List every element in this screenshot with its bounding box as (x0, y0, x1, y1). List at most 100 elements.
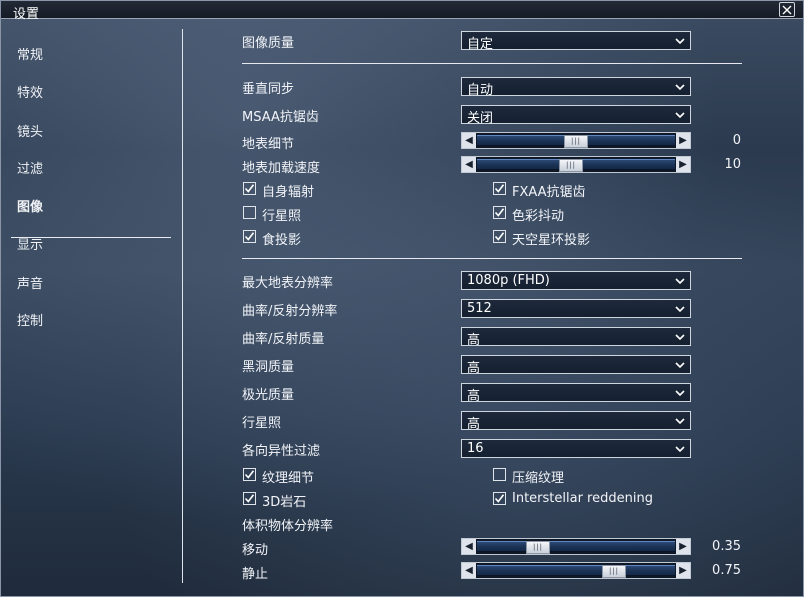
checkbox-box[interactable] (243, 492, 256, 505)
chevron-down-icon (675, 362, 685, 369)
max-terrain-res-value: 1080p (FHD) (467, 273, 550, 288)
anisotropic-filter-value: 16 (467, 441, 484, 456)
volumetric-res-label: 体积物体分辨率 (242, 519, 334, 534)
static-slider[interactable]: ◀ ||| ▶ (461, 562, 691, 579)
max-terrain-res-dropdown[interactable]: 1080p (FHD) (461, 271, 691, 290)
checkbox-box[interactable] (493, 230, 506, 243)
checkbox-box[interactable] (243, 230, 256, 243)
sidebar-divider (182, 29, 183, 583)
arrow-left-icon[interactable]: ◀ (462, 563, 476, 578)
chevron-down-icon (675, 334, 685, 341)
sidebar-item-camera[interactable]: 镜头 (17, 121, 43, 140)
settings-window: 设置 常规 特效 镜头 过滤 图像 显示 声音 控制 图像质量 自定 垂直同步 … (0, 0, 804, 597)
checkbox-label: 行星照 (262, 209, 302, 224)
planetshine-quality-dropdown[interactable]: 高 (461, 411, 691, 432)
arrow-right-icon[interactable]: ▶ (676, 157, 690, 172)
static-label: 静止 (242, 567, 269, 582)
static-value: 0.75 (712, 563, 741, 578)
moving-value: 0.35 (712, 539, 741, 554)
chevron-down-icon (675, 306, 685, 313)
arrow-right-icon[interactable]: ▶ (676, 563, 690, 578)
moving-slider[interactable]: ◀ ||| ▶ (461, 538, 691, 555)
checkbox-box[interactable] (243, 468, 256, 481)
anisotropic-filter-dropdown[interactable]: 16 (461, 439, 691, 458)
sidebar-item-graphics[interactable]: 图像 (17, 196, 43, 215)
checkbox-box[interactable] (243, 182, 256, 195)
arrow-left-icon[interactable]: ◀ (462, 133, 476, 148)
sidebar-item-effects[interactable]: 特效 (17, 82, 43, 101)
slider-track[interactable]: ||| (477, 135, 675, 148)
reflection-quality-dropdown[interactable]: 高 (461, 327, 691, 348)
slider-thumb[interactable]: ||| (602, 565, 626, 578)
image-quality-dropdown[interactable]: 自定 (461, 31, 691, 52)
image-quality-label: 图像质量 (242, 36, 295, 51)
checkbox-box[interactable] (493, 492, 506, 505)
moving-label: 移动 (242, 543, 269, 558)
terrain-detail-value: 0 (732, 133, 741, 148)
sidebar-item-controls[interactable]: 控制 (17, 310, 43, 329)
arrow-right-icon[interactable]: ▶ (676, 539, 690, 554)
msaa-value: 关闭 (467, 111, 494, 126)
checkbox-box[interactable] (493, 182, 506, 195)
checkmark-icon (494, 208, 505, 217)
checkmark-icon (244, 232, 255, 241)
aurora-quality-value: 高 (467, 389, 481, 404)
checkbox-label: FXAA抗锯齿 (512, 185, 586, 200)
planetshine-quality-value: 高 (467, 417, 481, 432)
vsync-dropdown[interactable]: 自动 (461, 77, 691, 98)
checkbox-label: 色彩抖动 (512, 209, 565, 224)
checkbox-label: 3D岩石 (262, 495, 307, 510)
chevron-down-icon (675, 38, 685, 45)
slider-track[interactable]: ||| (477, 541, 675, 554)
vsync-label: 垂直同步 (242, 82, 295, 97)
chevron-down-icon (675, 418, 685, 425)
sidebar-item-display[interactable]: 显示 (17, 234, 43, 253)
slider-thumb[interactable]: ||| (564, 135, 588, 148)
terrain-load-speed-label: 地表加载速度 (242, 161, 321, 176)
checkbox-box[interactable] (493, 206, 506, 219)
chevron-down-icon (675, 112, 685, 119)
checkmark-icon (494, 494, 505, 503)
close-icon (782, 5, 792, 15)
chevron-down-icon (675, 446, 685, 453)
msaa-dropdown[interactable]: 关闭 (461, 105, 691, 126)
aurora-quality-label: 极光质量 (242, 388, 295, 403)
anisotropic-filter-label: 各向异性过滤 (242, 444, 321, 459)
sidebar-item-sound[interactable]: 声音 (17, 273, 43, 292)
blackhole-quality-dropdown[interactable]: 高 (461, 355, 691, 376)
blackhole-quality-value: 高 (467, 361, 481, 376)
chevron-down-icon (675, 84, 685, 91)
terrain-detail-label: 地表细节 (242, 137, 295, 152)
slider-track[interactable]: ||| (477, 159, 675, 172)
aurora-quality-dropdown[interactable]: 高 (461, 383, 691, 404)
planetshine-quality-label: 行星照 (242, 416, 282, 431)
slider-thumb[interactable]: ||| (526, 541, 550, 554)
arrow-left-icon[interactable]: ◀ (462, 157, 476, 172)
blackhole-quality-label: 黑洞质量 (242, 360, 295, 375)
checkmark-icon (494, 184, 505, 193)
slider-track[interactable]: ||| (477, 565, 675, 578)
reflection-res-dropdown[interactable]: 512 (461, 299, 691, 318)
slider-thumb[interactable]: ||| (559, 159, 583, 172)
reflection-quality-value: 高 (467, 333, 481, 348)
sidebar: 常规 特效 镜头 过滤 图像 显示 声音 控制 (1, 21, 181, 591)
checkbox-label: Interstellar reddening (512, 491, 653, 506)
msaa-label: MSAA抗锯齿 (242, 110, 319, 125)
checkmark-icon (494, 232, 505, 241)
title-bar: 设置 (1, 1, 803, 22)
sidebar-item-general[interactable]: 常规 (17, 44, 43, 63)
reflection-quality-label: 曲率/反射质量 (242, 332, 325, 347)
window-title: 设置 (13, 7, 40, 22)
checkbox-box[interactable] (493, 468, 506, 481)
sidebar-item-filters[interactable]: 过滤 (17, 158, 43, 177)
checkbox-label: 自身辐射 (262, 185, 315, 200)
checkmark-icon (244, 494, 255, 503)
checkbox-label: 纹理细节 (262, 471, 315, 486)
checkbox-box[interactable] (243, 206, 256, 219)
terrain-load-speed-slider[interactable]: ◀ ||| ▶ (461, 156, 691, 173)
close-button[interactable] (779, 2, 795, 17)
chevron-down-icon (675, 278, 685, 285)
arrow-left-icon[interactable]: ◀ (462, 539, 476, 554)
terrain-detail-slider[interactable]: ◀ ||| ▶ (461, 132, 691, 149)
arrow-right-icon[interactable]: ▶ (676, 133, 690, 148)
